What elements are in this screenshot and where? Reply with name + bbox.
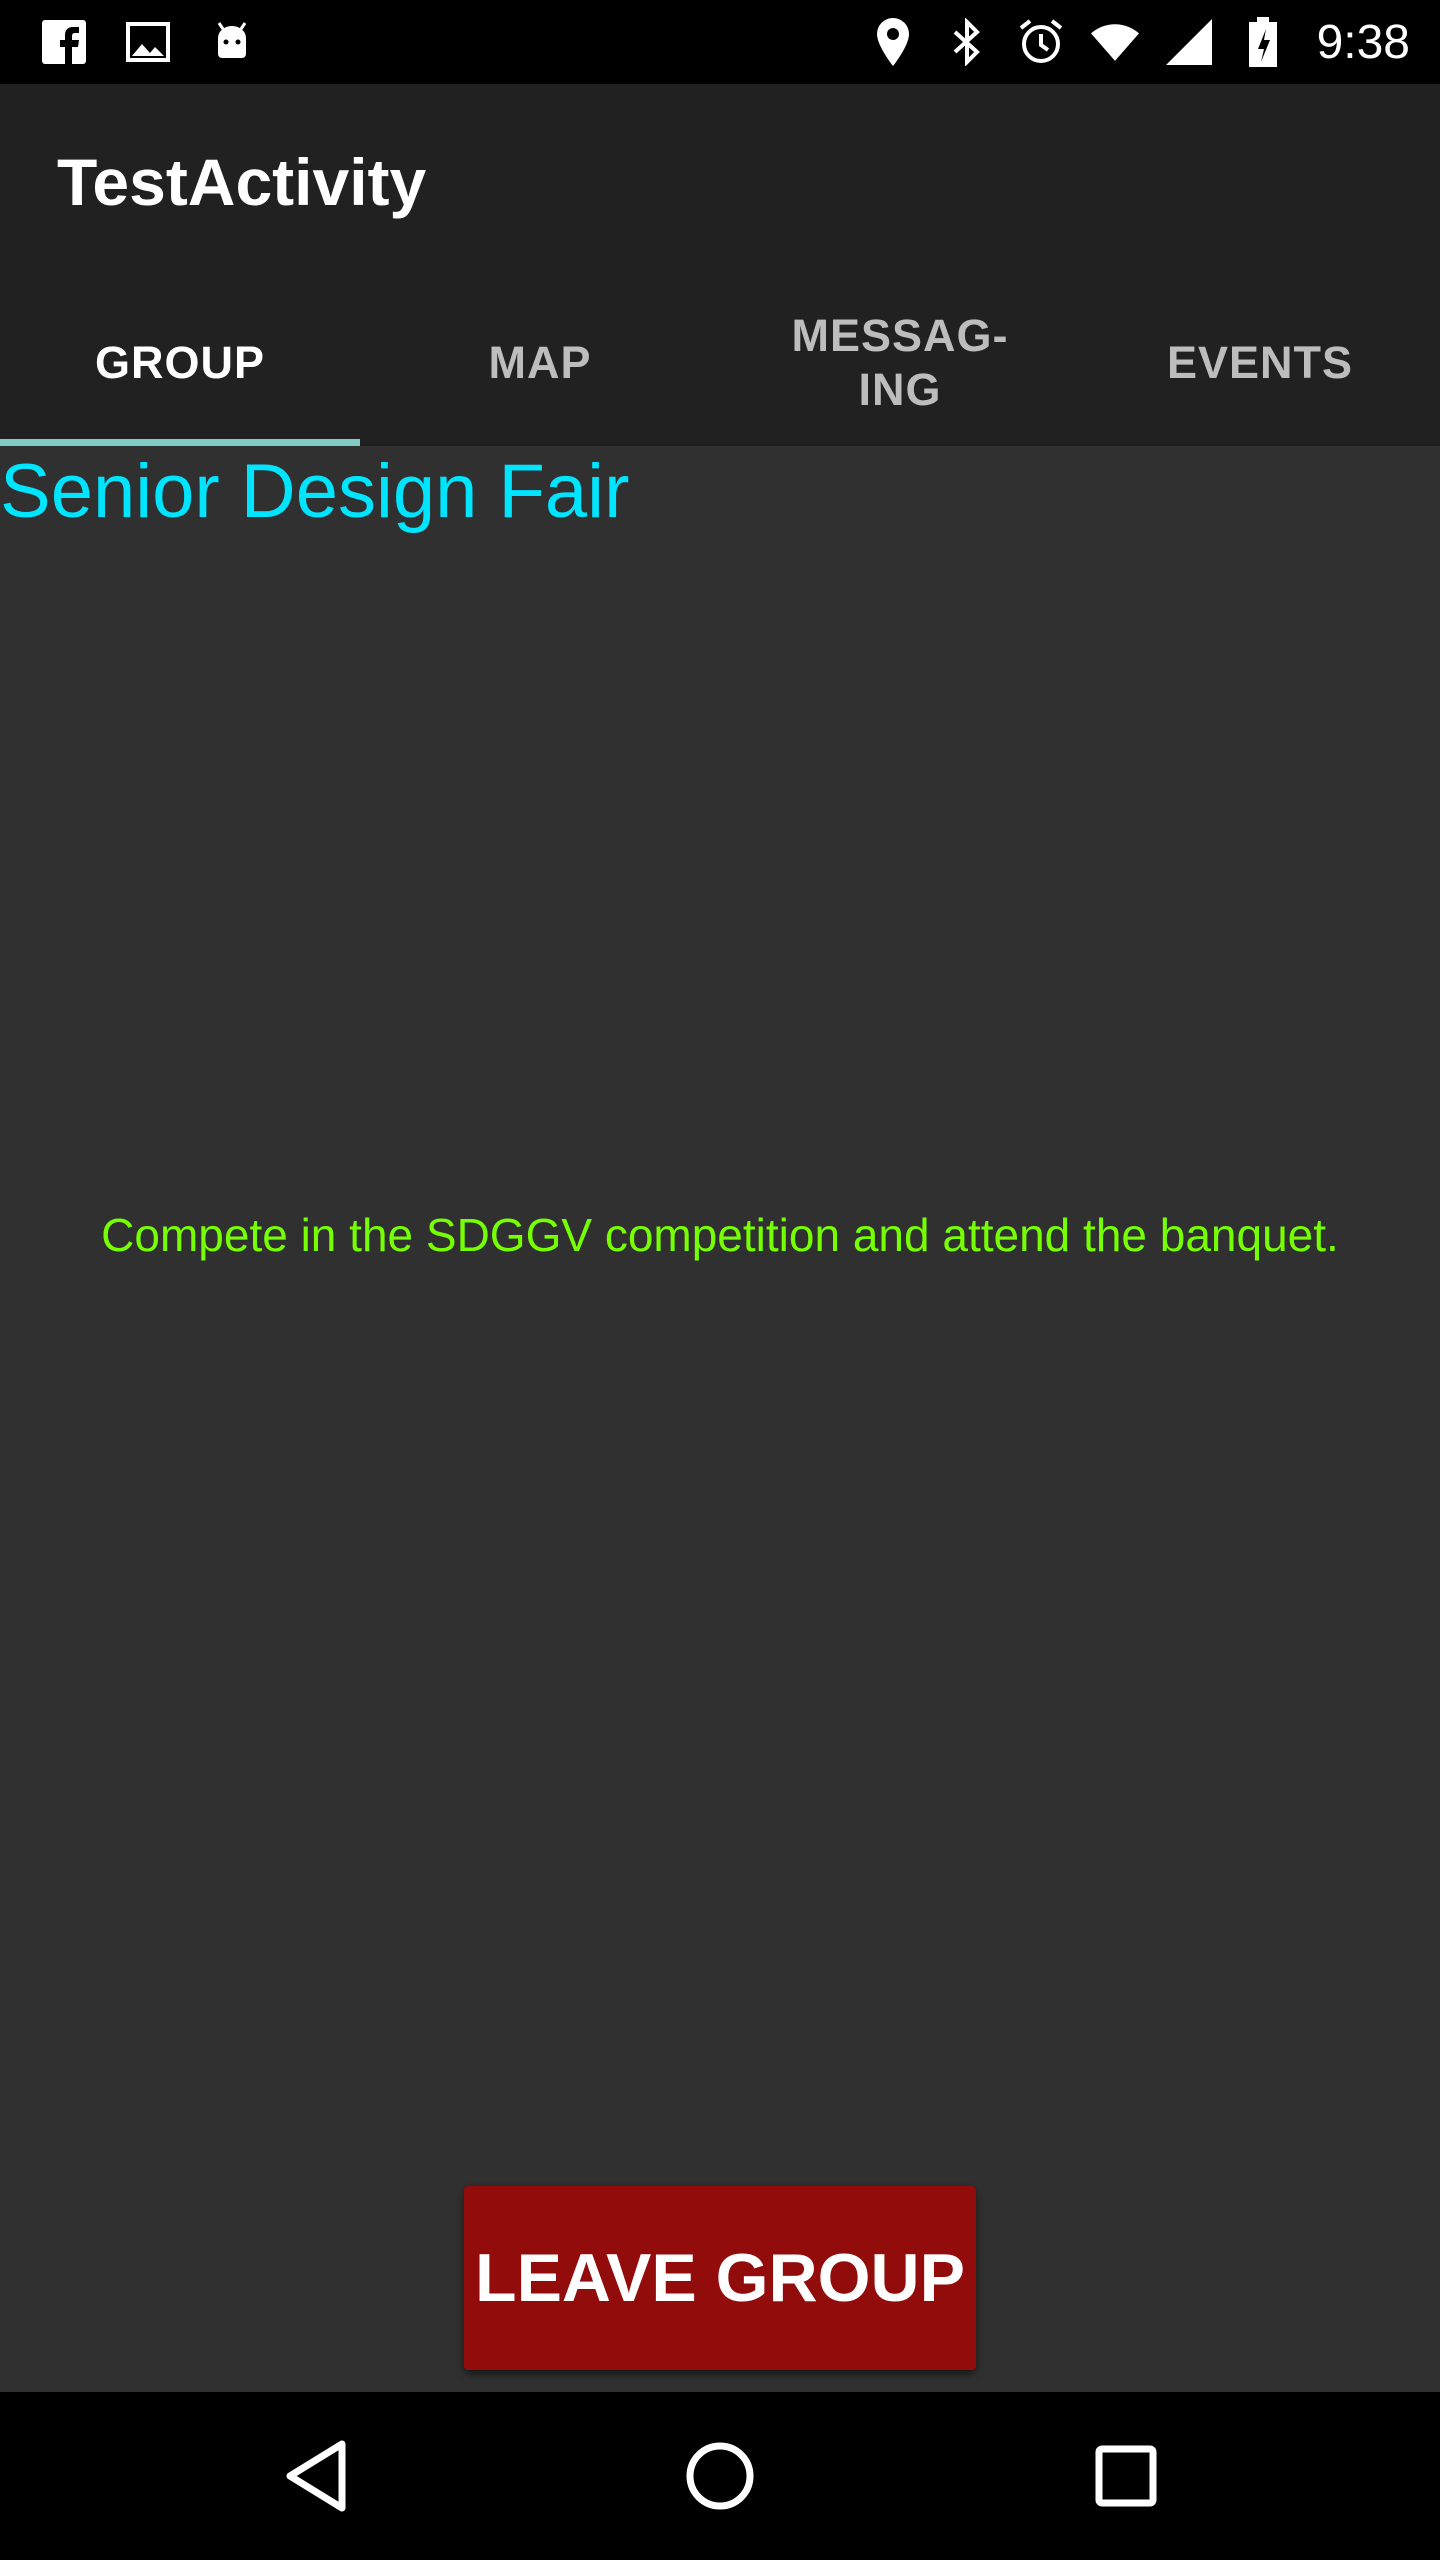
- tab-events-label: EVENTS: [1166, 337, 1354, 388]
- tab-group-label: GROUP: [94, 337, 265, 388]
- bluetooth-icon: [943, 18, 991, 66]
- facebook-icon: [40, 18, 88, 66]
- android-icon: [208, 18, 256, 66]
- signal-icon: [1165, 18, 1213, 66]
- home-icon[interactable]: [676, 2432, 764, 2520]
- status-time: 9:38: [1316, 15, 1410, 69]
- tab-group[interactable]: GROUP: [0, 280, 360, 446]
- wifi-icon: [1090, 18, 1139, 66]
- leave-group-button[interactable]: LEAVE GROUP: [464, 2186, 976, 2370]
- battery-icon: [1239, 17, 1287, 67]
- navigation-bar: [0, 2392, 1440, 2560]
- image-icon: [124, 18, 172, 66]
- alarm-icon: [1017, 18, 1065, 66]
- app-title: TestActivity: [57, 145, 427, 219]
- app-bar: TestActivity GROUP MAP MESSAG- ING EVENT…: [0, 84, 1440, 446]
- location-icon: [869, 18, 917, 66]
- screen: 9:38 TestActivity GROUP MAP MESSAG- ING …: [0, 0, 1440, 2560]
- recents-icon[interactable]: [1082, 2432, 1170, 2520]
- tab-messaging-label: MESSAG- ING: [791, 310, 1009, 415]
- tab-indicator: [0, 439, 360, 446]
- group-title: Senior Design Fair: [0, 449, 630, 534]
- back-icon[interactable]: [272, 2432, 360, 2520]
- tab-map[interactable]: MAP: [360, 280, 720, 446]
- status-bar: 9:38: [0, 0, 1440, 84]
- tab-events[interactable]: EVENTS: [1080, 280, 1440, 446]
- group-description: Compete in the SDGGV competition and att…: [101, 1209, 1339, 1261]
- tab-messaging[interactable]: MESSAG- ING: [720, 280, 1080, 446]
- tab-bar: GROUP MAP MESSAG- ING EVENTS: [0, 280, 1440, 446]
- tab-map-label: MAP: [488, 337, 592, 388]
